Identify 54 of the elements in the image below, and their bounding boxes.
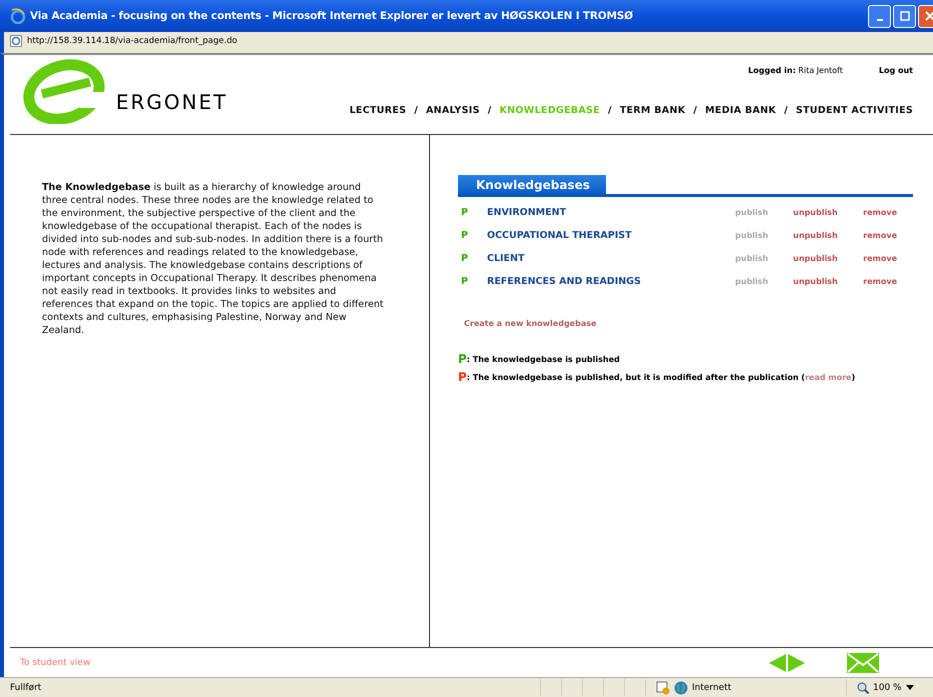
entry-title-link[interactable]: OCCUPATIONAL THERAPIST xyxy=(487,230,632,241)
nav-link[interactable]: TERM BANK xyxy=(620,105,686,116)
action-link[interactable]: remove xyxy=(863,254,897,263)
status-marker: P xyxy=(458,352,467,366)
legend-text: ) xyxy=(851,372,856,382)
legend-text: : The knowledgebase is published xyxy=(466,354,620,364)
entry-title-link[interactable]: REFERENCES AND READINGS xyxy=(487,276,641,287)
create-link[interactable]: Create a new knowledgebase xyxy=(464,319,933,328)
nav-separator: / xyxy=(608,105,612,116)
nav-separator: / xyxy=(488,105,492,116)
status-marker: P xyxy=(461,230,469,241)
nav-link[interactable]: ANALYSIS xyxy=(426,105,480,116)
logged-in-text: Logged in: Rita Jentoft xyxy=(748,66,843,75)
nav-separator: / xyxy=(414,105,418,116)
close-icon xyxy=(924,11,933,21)
action-link[interactable]: unpublish xyxy=(793,208,864,217)
security-icon xyxy=(656,680,670,694)
intro-paragraph: The Knowledgebase is built as a hierarchy of knowledge around three central nodes. These three nodes are the knowledge related to the environment, the subjective perspective of the client and the knowledgebase of the occupational therapist. Each of the nodes is divided into sub-nodes and sub-sub-nodes. In addition there is a fourth node with references and readings related to the knowledgebase, lectures and analysis. The knowledgebase contains descriptions of important concepts in Occupational Therapy. It describes phenomena not easily read in textbooks. It provides links to websites and references that expand on the topic. The topics are applied to different contexts and cultures, emphasising Palestine, Norway and New Zealand. xyxy=(42,181,385,337)
zone-text: Internett xyxy=(692,682,732,692)
entry-title-link[interactable]: ENVIRONMENT xyxy=(487,207,566,218)
nav-separator: / xyxy=(784,105,788,116)
status-marker: P xyxy=(461,276,469,287)
maximize-icon xyxy=(900,11,910,21)
student-view-link[interactable]: To student view xyxy=(20,658,769,668)
legend-text: : The knowledgebase is published, but it is modified after the publication ( xyxy=(466,372,805,382)
logo-text: ERGONET xyxy=(116,90,228,114)
logout-link[interactable]: Log out xyxy=(878,66,913,75)
minimize-icon xyxy=(876,19,882,21)
dropdown-icon[interactable] xyxy=(906,685,914,690)
minimize-button[interactable] xyxy=(868,4,891,28)
nav-link[interactable]: LECTURES xyxy=(349,105,406,116)
entry-title-link[interactable]: CLIENT xyxy=(487,253,524,264)
browser-icon xyxy=(10,8,26,24)
knowledgebases-tab[interactable]: Knowledgebases xyxy=(458,175,606,194)
status-marker: P xyxy=(461,207,469,218)
action-link[interactable]: remove xyxy=(863,231,897,240)
read-more-link[interactable]: read more xyxy=(804,372,852,382)
status-text: Fullført xyxy=(0,679,541,696)
zoom-level[interactable]: 100 % xyxy=(873,682,902,692)
window-title: Via Academia - focusing on the contents - Microsoft Internet Explorer er levert av HØGSKOLEN I TROMSØ xyxy=(30,10,634,22)
nav-link[interactable]: MEDIA BANK xyxy=(705,105,776,116)
status-marker: P xyxy=(458,370,467,384)
action-link[interactable]: unpublish xyxy=(793,231,864,240)
page-icon xyxy=(10,35,22,47)
action-link[interactable]: unpublish xyxy=(793,254,864,263)
action-link[interactable]: remove xyxy=(863,277,897,286)
status-marker: P xyxy=(461,253,469,264)
action-link[interactable]: unpublish xyxy=(793,277,864,286)
globe-icon xyxy=(674,680,688,694)
zoom-icon xyxy=(857,682,869,694)
nav-link[interactable]: STUDENT ACTIVITIES xyxy=(796,105,913,116)
nav-separator: / xyxy=(693,105,698,116)
maximize-button[interactable] xyxy=(893,4,916,28)
action-link[interactable]: remove xyxy=(863,208,897,217)
